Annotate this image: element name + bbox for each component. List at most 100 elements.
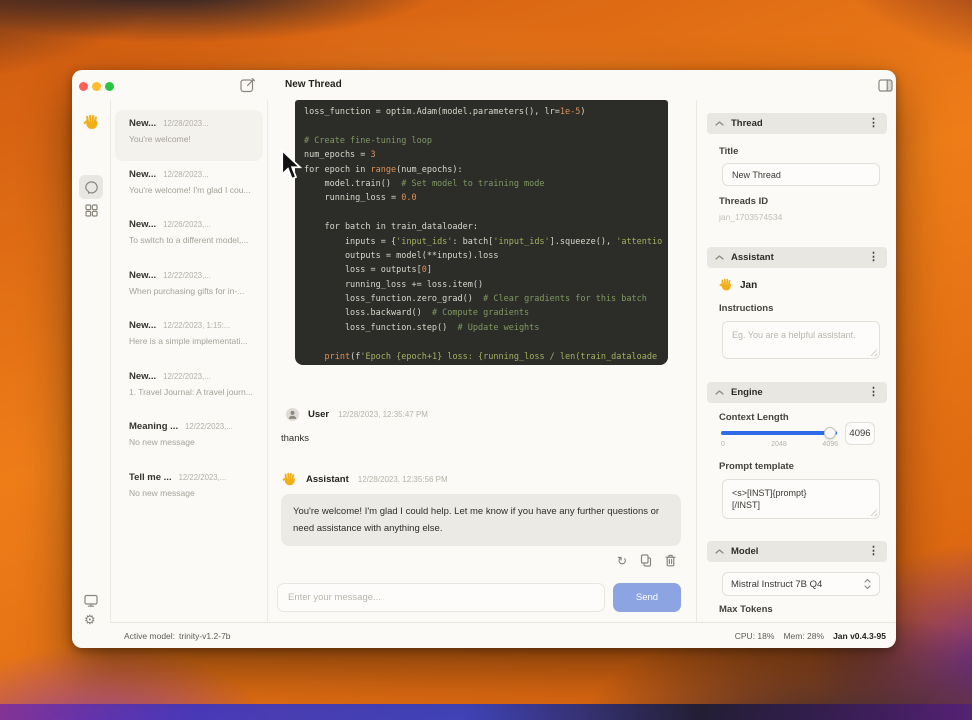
code-line: running_loss = 0.0 [304,193,417,204]
thread-title-input[interactable] [722,163,880,186]
engine-menu-kebab-icon[interactable]: ⋮ [868,382,879,403]
max-tokens-label: Max Tokens [719,604,773,615]
regenerate-icon[interactable]: ↻ [617,555,627,567]
code-line: loss.backward() # Compute gradients [304,308,530,319]
section-title: Model [731,546,759,557]
thread-title: New... [129,168,157,180]
model-select[interactable]: Mistral Instruct 7B Q4 [722,572,880,596]
message-timestamp: 12/28/2023, 12:35:47 PM [338,410,428,419]
thread-title: New... [129,219,157,230]
slider-tick-min: 0 [721,441,725,448]
thread-menu-kebab-icon[interactable]: ⋮ [868,113,879,134]
code-block[interactable]: loss_function = optim.Adam(model.paramet… [295,100,668,365]
titlebar: New Thread [72,70,896,100]
code-line: print(f'Epoch {epoch+1} loss: {running_l… [324,351,658,362]
new-thread-compose-icon[interactable] [239,77,256,94]
section-title: Engine [731,387,763,398]
model-section-header[interactable]: Model ⋮ [707,541,887,562]
thread-date: 12/22/2023,... [163,270,211,280]
message-author: Assistant [306,474,349,485]
thread-subtitle: You're welcome! [129,134,191,144]
chevron-up-icon [715,390,724,395]
code-line: inputs = {'input_ids': batch['input_ids'… [304,236,663,247]
message-input-row: Send [277,583,681,612]
thread-date: 12/22/2023,... [163,371,211,381]
title-label: Title [719,146,739,157]
delete-trash-icon[interactable] [665,554,676,567]
thread-list-item[interactable]: Meaning ... 12/22/2023,... No new message [111,413,267,464]
system-monitor-icon[interactable] [84,594,98,607]
thread-date: 12/22/2023, 1:15:... [163,321,231,330]
code-line: running_loss += loss.item() [304,279,484,290]
thread-list-item[interactable]: New... 12/28/2023... You're welcome! [115,110,263,161]
assistant-avatar-hand-icon [282,472,297,487]
desktop-wallpaper: New Thread ⚙ New... 12/28/2023... You're… [0,0,972,720]
instructions-textarea[interactable] [722,321,880,359]
zoom-window-button[interactable] [105,81,114,91]
close-window-button[interactable] [79,81,88,91]
user-message-text: thanks [281,433,309,444]
engine-section-header[interactable]: Engine ⋮ [707,382,887,403]
assistant-menu-kebab-icon[interactable]: ⋮ [868,247,879,268]
code-line: model.train() # Set model to training mo… [304,178,545,189]
cpu-usage: CPU: 18% [734,630,775,641]
thread-list-item[interactable]: New... 12/26/2023,... To switch to a diffe… [111,211,267,262]
thread-date: 12/28/2023... [163,169,209,179]
jan-logo-hand-icon [83,114,100,131]
assistant-name: Jan [740,279,758,291]
thread-date: 12/22/2023,... [178,472,227,482]
threads-id-value: jan_1703574534 [719,212,783,222]
thread-list-item[interactable]: Tell me ... 12/22/2023,... No new message [111,464,267,515]
assistant-hand-icon [719,278,733,292]
model-menu-kebab-icon[interactable]: ⋮ [868,541,879,562]
settings-gear-icon[interactable]: ⚙ [84,612,96,628]
code-line: for epoch in range(num_epochs): [304,164,463,175]
send-button[interactable]: Send [613,583,681,612]
thread-section-header[interactable]: Thread ⋮ [707,113,887,134]
slider-tick-mid: 2048 [771,441,787,448]
app-version: Jan v0.4.3-95 [833,630,886,641]
thread-list-item[interactable]: New... 12/22/2023,... 1. Travel Journal: A… [111,363,267,414]
prompt-template-textarea[interactable]: <s>[INST]{prompt} [/INST] [722,479,880,519]
copy-icon[interactable] [640,554,652,567]
thread-subtitle: 1. Travel Journal: A travel journ... [129,386,253,397]
minimize-window-button[interactable] [92,81,101,91]
context-length-value[interactable]: 4096 [845,422,875,445]
thread-title: New... [129,370,157,382]
thread-subtitle: Here is a simple implementati... [129,336,248,346]
thread-title: New... [129,118,157,129]
assistant-identity: Jan [719,278,757,292]
chevron-up-icon [715,121,724,126]
message-author: User [308,409,330,420]
context-length-label: Context Length [719,412,789,423]
mouse-cursor [281,149,303,180]
toggle-right-panel-icon[interactable] [878,79,893,92]
instructions-label: Instructions [719,303,774,314]
select-stepper-icon [864,578,871,590]
user-message-header: User 12/28/2023, 12:35:47 PM [286,408,428,421]
thread-list-item[interactable]: New... 12/22/2023,... When purchasing gift… [111,262,267,313]
thread-title: New... [129,269,157,281]
context-length-slider[interactable] [721,431,837,435]
assistant-section-header[interactable]: Assistant ⋮ [707,247,887,268]
code-line: # Create fine-tuning loop [304,135,432,146]
thread-title: Meaning ... [129,421,179,432]
message-input[interactable] [277,583,605,612]
section-title: Assistant [731,252,774,263]
active-model-label: Active model: [124,630,176,641]
code-line: num_epochs = 3 [304,150,376,161]
mem-usage: Mem: 28% [783,630,825,641]
rail-item-threads[interactable] [79,175,103,199]
right-panel: Thread ⋮ Title Threads ID jan_1703574534… [697,100,896,622]
thread-subtitle: You're welcome! I'm glad I cou... [129,184,251,195]
active-model-value: trinity-v1.2-7b [179,630,231,641]
code-line: loss_function.step() # Update weights [304,322,540,333]
slider-knob[interactable] [824,427,836,439]
thread-list-item[interactable]: New... 12/28/2023... You're welcome! I'm g… [111,161,267,212]
chat-area: loss_function = optim.Adam(model.paramet… [268,100,697,622]
thread-list-item[interactable]: New... 12/22/2023, 1:15:... Here is a simp… [111,312,267,363]
status-bar: Active model: trinity-v1.2-7b CPU: 18% M… [110,622,896,648]
rail-item-hub[interactable] [84,204,98,217]
code-line: loss_function = optim.Adam(model.paramet… [304,107,586,117]
